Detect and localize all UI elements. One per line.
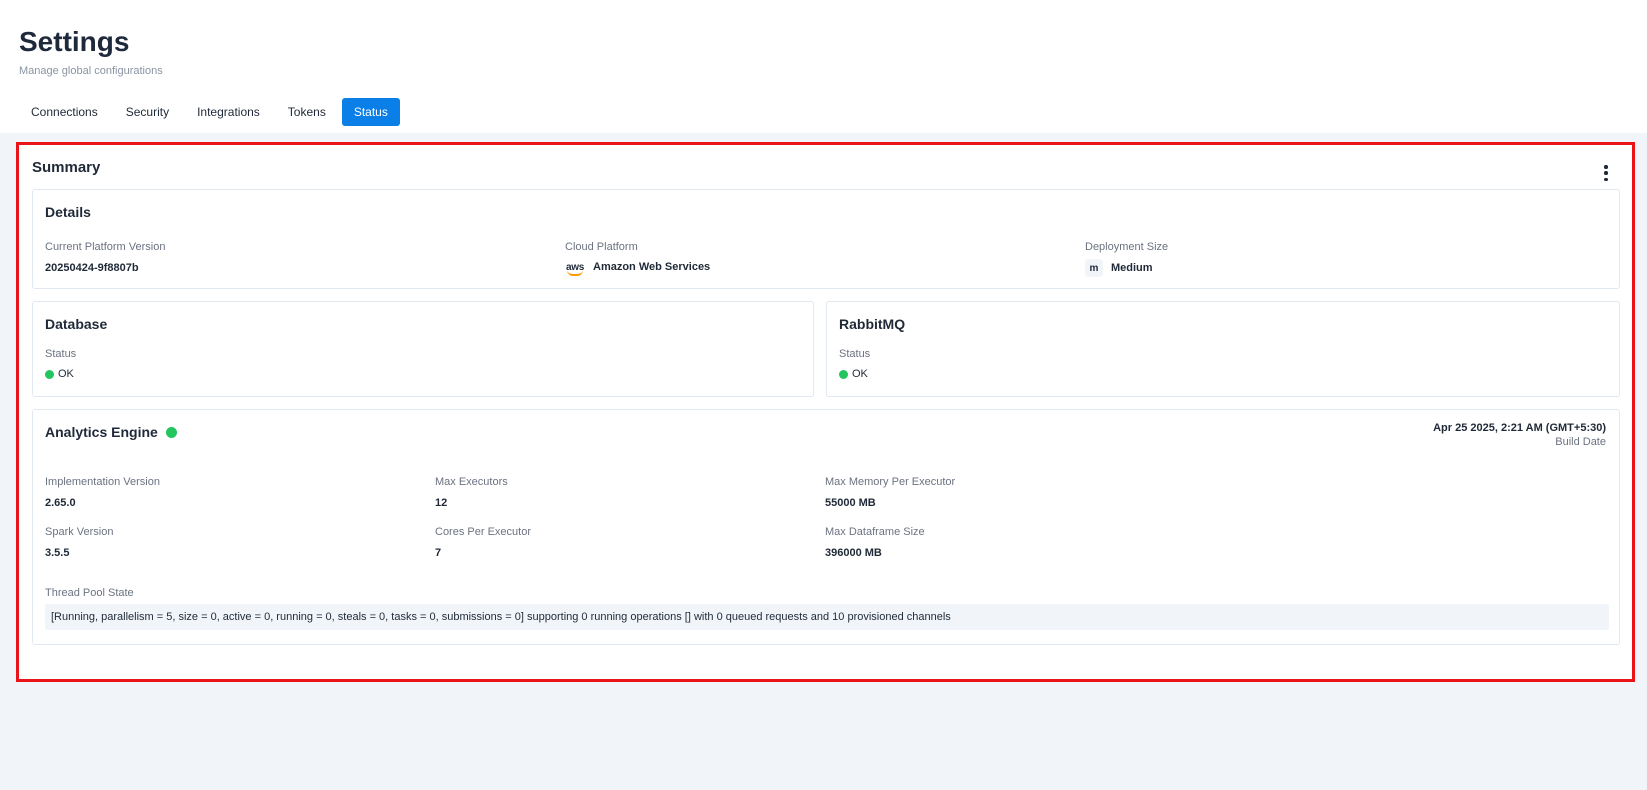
impl-version-label: Implementation Version [45,476,160,488]
rabbitmq-status-label: Status [839,348,871,360]
deployment-size-label: Deployment Size [1085,241,1169,253]
page-header: Settings Manage global configurations Co… [0,0,1647,133]
thread-pool-state: [Running, parallelism = 5, size = 0, act… [45,604,1609,630]
kebab-menu-icon[interactable] [1600,165,1612,181]
cloud-platform-text: Amazon Web Services [593,261,711,273]
size-badge-icon: m [1085,259,1103,277]
database-status-label: Status [45,348,77,360]
rabbitmq-status-value: OK [839,368,868,380]
spark-version-value: 3.5.5 [45,547,70,559]
analytics-status-dot-icon [165,426,177,438]
analytics-engine-card: Analytics Engine Apr 25 2025, 2:21 AM (G… [32,409,1620,645]
tab-integrations[interactable]: Integrations [185,98,272,126]
build-date: Apr 25 2025, 2:21 AM (GMT+5:30) Build Da… [1433,422,1606,448]
status-ok-dot-icon [839,369,848,379]
summary-panel: Summary Details Current Platform Version… [16,142,1635,682]
rabbitmq-title: RabbitMQ [839,316,906,332]
database-status-value: OK [45,368,74,380]
page-title: Settings [19,26,130,57]
max-memory-label: Max Memory Per Executor [825,476,956,488]
database-status-text: OK [58,368,74,380]
analytics-title-row: Analytics Engine [45,424,177,440]
details-card: Details Current Platform Version 2025042… [32,189,1620,289]
platform-version-value: 20250424-9f8807b [45,262,139,274]
analytics-title: Analytics Engine [45,424,158,440]
deployment-size-text: Medium [1111,262,1153,274]
max-executors-label: Max Executors [435,476,508,488]
details-title: Details [45,204,91,220]
build-date-label: Build Date [1555,436,1606,448]
rabbitmq-status-text: OK [852,368,868,380]
tab-bar: Connections Security Integrations Tokens… [19,98,400,126]
tab-security[interactable]: Security [114,98,181,126]
max-memory-value: 55000 MB [825,497,876,509]
platform-version-label: Current Platform Version [45,241,166,253]
thread-pool-label: Thread Pool State [45,587,134,599]
impl-version-value: 2.65.0 [45,497,76,509]
aws-logo-icon: aws [565,261,584,276]
page-subtitle: Manage global configurations [19,65,163,77]
cloud-platform-value: aws Amazon Web Services [565,261,711,276]
deployment-size-value: m Medium [1085,259,1153,277]
database-title: Database [45,316,108,332]
summary-title: Summary [32,159,101,176]
status-ok-dot-icon [45,369,54,379]
max-dataframe-value: 396000 MB [825,547,882,559]
cores-per-executor-value: 7 [435,547,442,559]
cloud-platform-label: Cloud Platform [565,241,638,253]
cores-per-executor-label: Cores Per Executor [435,526,531,538]
max-executors-value: 12 [435,497,448,509]
tab-status[interactable]: Status [341,98,400,126]
build-date-value: Apr 25 2025, 2:21 AM (GMT+5:30) [1433,422,1606,434]
tab-tokens[interactable]: Tokens [276,98,338,126]
rabbitmq-card: RabbitMQ Status OK [826,301,1620,397]
database-card: Database Status OK [32,301,814,397]
spark-version-label: Spark Version [45,526,114,538]
max-dataframe-label: Max Dataframe Size [825,526,925,538]
tab-connections[interactable]: Connections [19,98,110,126]
